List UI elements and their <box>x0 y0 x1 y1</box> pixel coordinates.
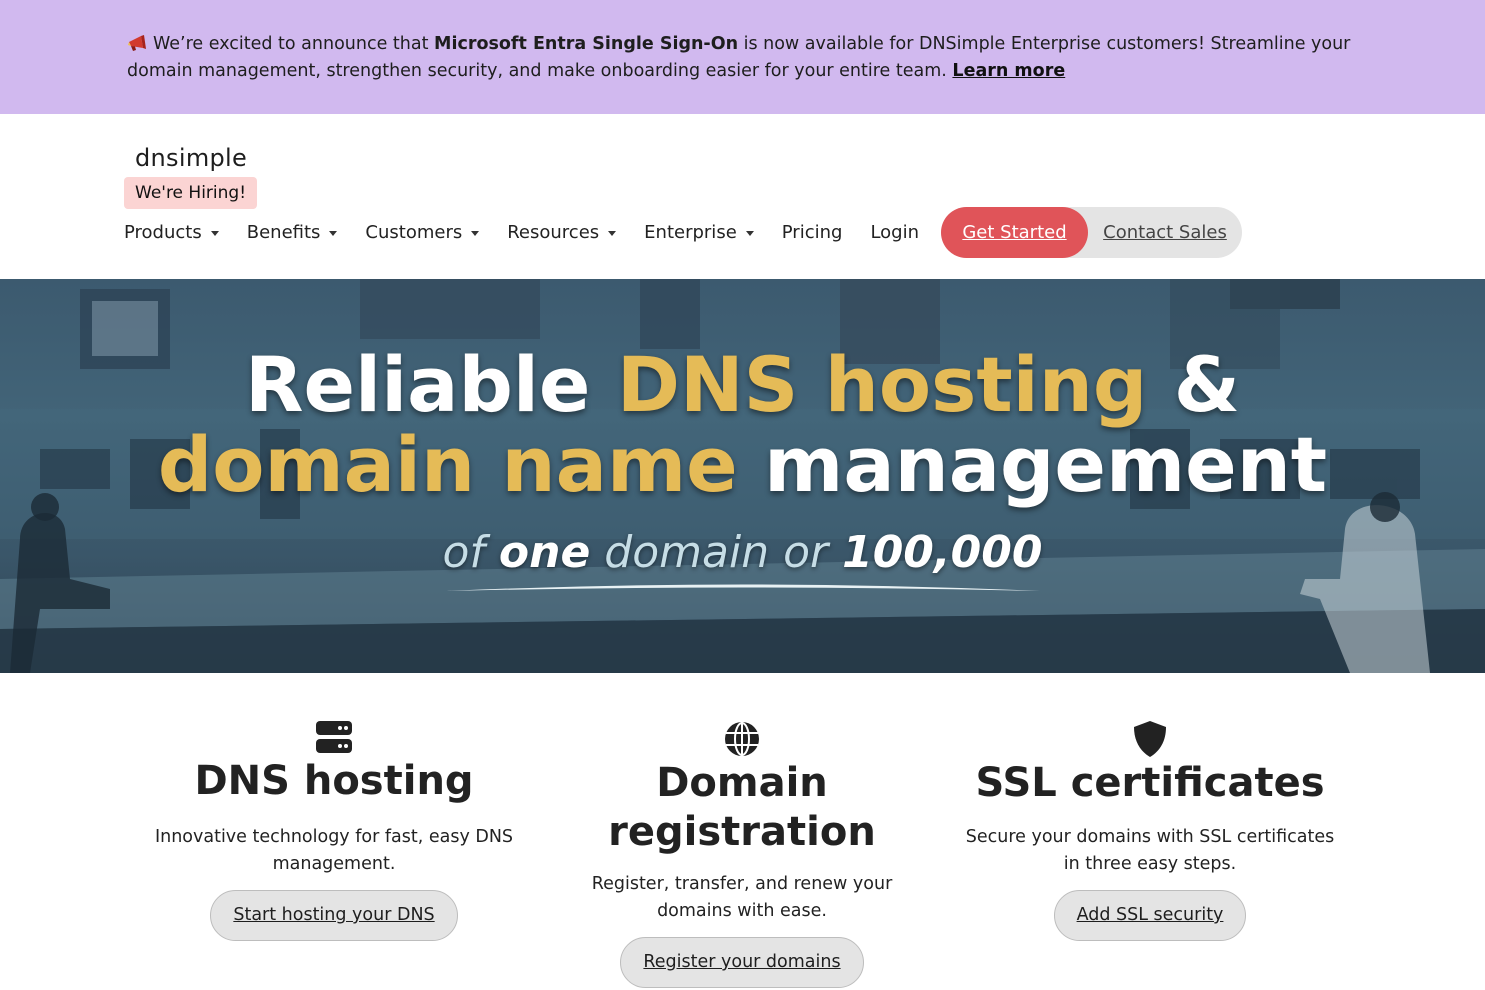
nav-enterprise[interactable]: Enterprise <box>644 222 754 243</box>
hero-underline-swoosh <box>446 584 1040 591</box>
hero-sub-one: one <box>498 527 591 578</box>
caret-down-icon <box>608 230 617 236</box>
megaphone-icon <box>128 35 146 51</box>
feature-title: DNS hosting <box>194 758 474 804</box>
nav-pricing[interactable]: Pricing <box>782 222 843 243</box>
announcement-text: We’re excited to announce that Microsoft… <box>127 31 1367 84</box>
announcement-highlight: Microsoft Entra Single Sign-On <box>434 34 739 54</box>
register-domains-button[interactable]: Register your domains <box>620 937 864 988</box>
cta-group: Get Started Contact Sales <box>941 207 1242 258</box>
feature-text: Innovative technology for fast, easy DNS… <box>154 827 514 874</box>
nav-customers-label: Customers <box>365 221 463 243</box>
nav-benefits-label: Benefits <box>246 221 321 243</box>
nav-benefits[interactable]: Benefits <box>247 222 338 243</box>
feature-dns-hosting: DNS hosting Innovative technology for fa… <box>134 721 534 941</box>
announcement-banner: We’re excited to announce that Microsoft… <box>0 0 1485 114</box>
hero-line2-gold: domain name <box>157 420 738 509</box>
get-started-button[interactable]: Get Started <box>941 207 1088 258</box>
dnsimple-logo[interactable]: dnsimple <box>135 144 247 172</box>
nav-enterprise-label: Enterprise <box>644 221 737 243</box>
nav-login[interactable]: Login <box>870 222 919 243</box>
hero-heading: Reliable DNS hosting & domain name manag… <box>0 345 1485 505</box>
add-ssl-security-button[interactable]: Add SSL security <box>1053 890 1247 941</box>
hiring-badge[interactable]: We're Hiring! <box>124 177 258 209</box>
feature-text: Register, transfer, and renew your domai… <box>591 874 893 921</box>
nav-resources-label: Resources <box>507 221 600 243</box>
caret-down-icon <box>210 230 219 236</box>
feature-domain-registration: Domain registration Register, transfer, … <box>561 721 923 988</box>
feature-title: SSL certificates <box>975 760 1325 806</box>
contact-sales-button[interactable]: Contact Sales <box>1088 207 1242 258</box>
caret-down-icon <box>745 230 754 236</box>
nav-products-label: Products <box>124 221 202 243</box>
hero-sub-of: of <box>442 527 499 578</box>
site-header: dnsimple We're Hiring! Products Benefits… <box>0 114 1485 279</box>
hero-sub-mid: domain or <box>590 527 843 578</box>
hero-line1-white: Reliable <box>244 340 617 429</box>
announcement-prefix: We’re excited to announce that <box>153 34 435 54</box>
hero-subheading: of one domain or 100,000 <box>0 525 1485 581</box>
globe-icon <box>725 722 759 756</box>
nav-products[interactable]: Products <box>124 222 219 243</box>
hero-sub-number: 100,000 <box>842 527 1043 578</box>
feature-ssl-certificates: SSL certificates Secure your domains wit… <box>950 721 1350 941</box>
shield-icon <box>1134 721 1166 757</box>
start-hosting-dns-button[interactable]: Start hosting your DNS <box>210 890 458 941</box>
caret-down-icon <box>329 230 338 236</box>
nav-resources[interactable]: Resources <box>507 221 617 243</box>
hero-line1-gold: DNS hosting <box>616 340 1148 429</box>
hero-line2-white: management <box>737 420 1328 509</box>
learn-more-link[interactable]: Learn more <box>952 61 1065 81</box>
caret-down-icon <box>471 230 480 236</box>
hero-line1-white-end: & <box>1147 340 1240 429</box>
nav-customers[interactable]: Customers <box>365 221 480 243</box>
feature-text: Secure your domains with SSL certificate… <box>965 827 1335 874</box>
server-icon <box>316 721 352 753</box>
hero-section: Reliable DNS hosting & domain name manag… <box>0 279 1485 673</box>
feature-title: Domain registration <box>608 760 876 855</box>
main-nav: Products Benefits Customers Resources En… <box>124 207 947 257</box>
